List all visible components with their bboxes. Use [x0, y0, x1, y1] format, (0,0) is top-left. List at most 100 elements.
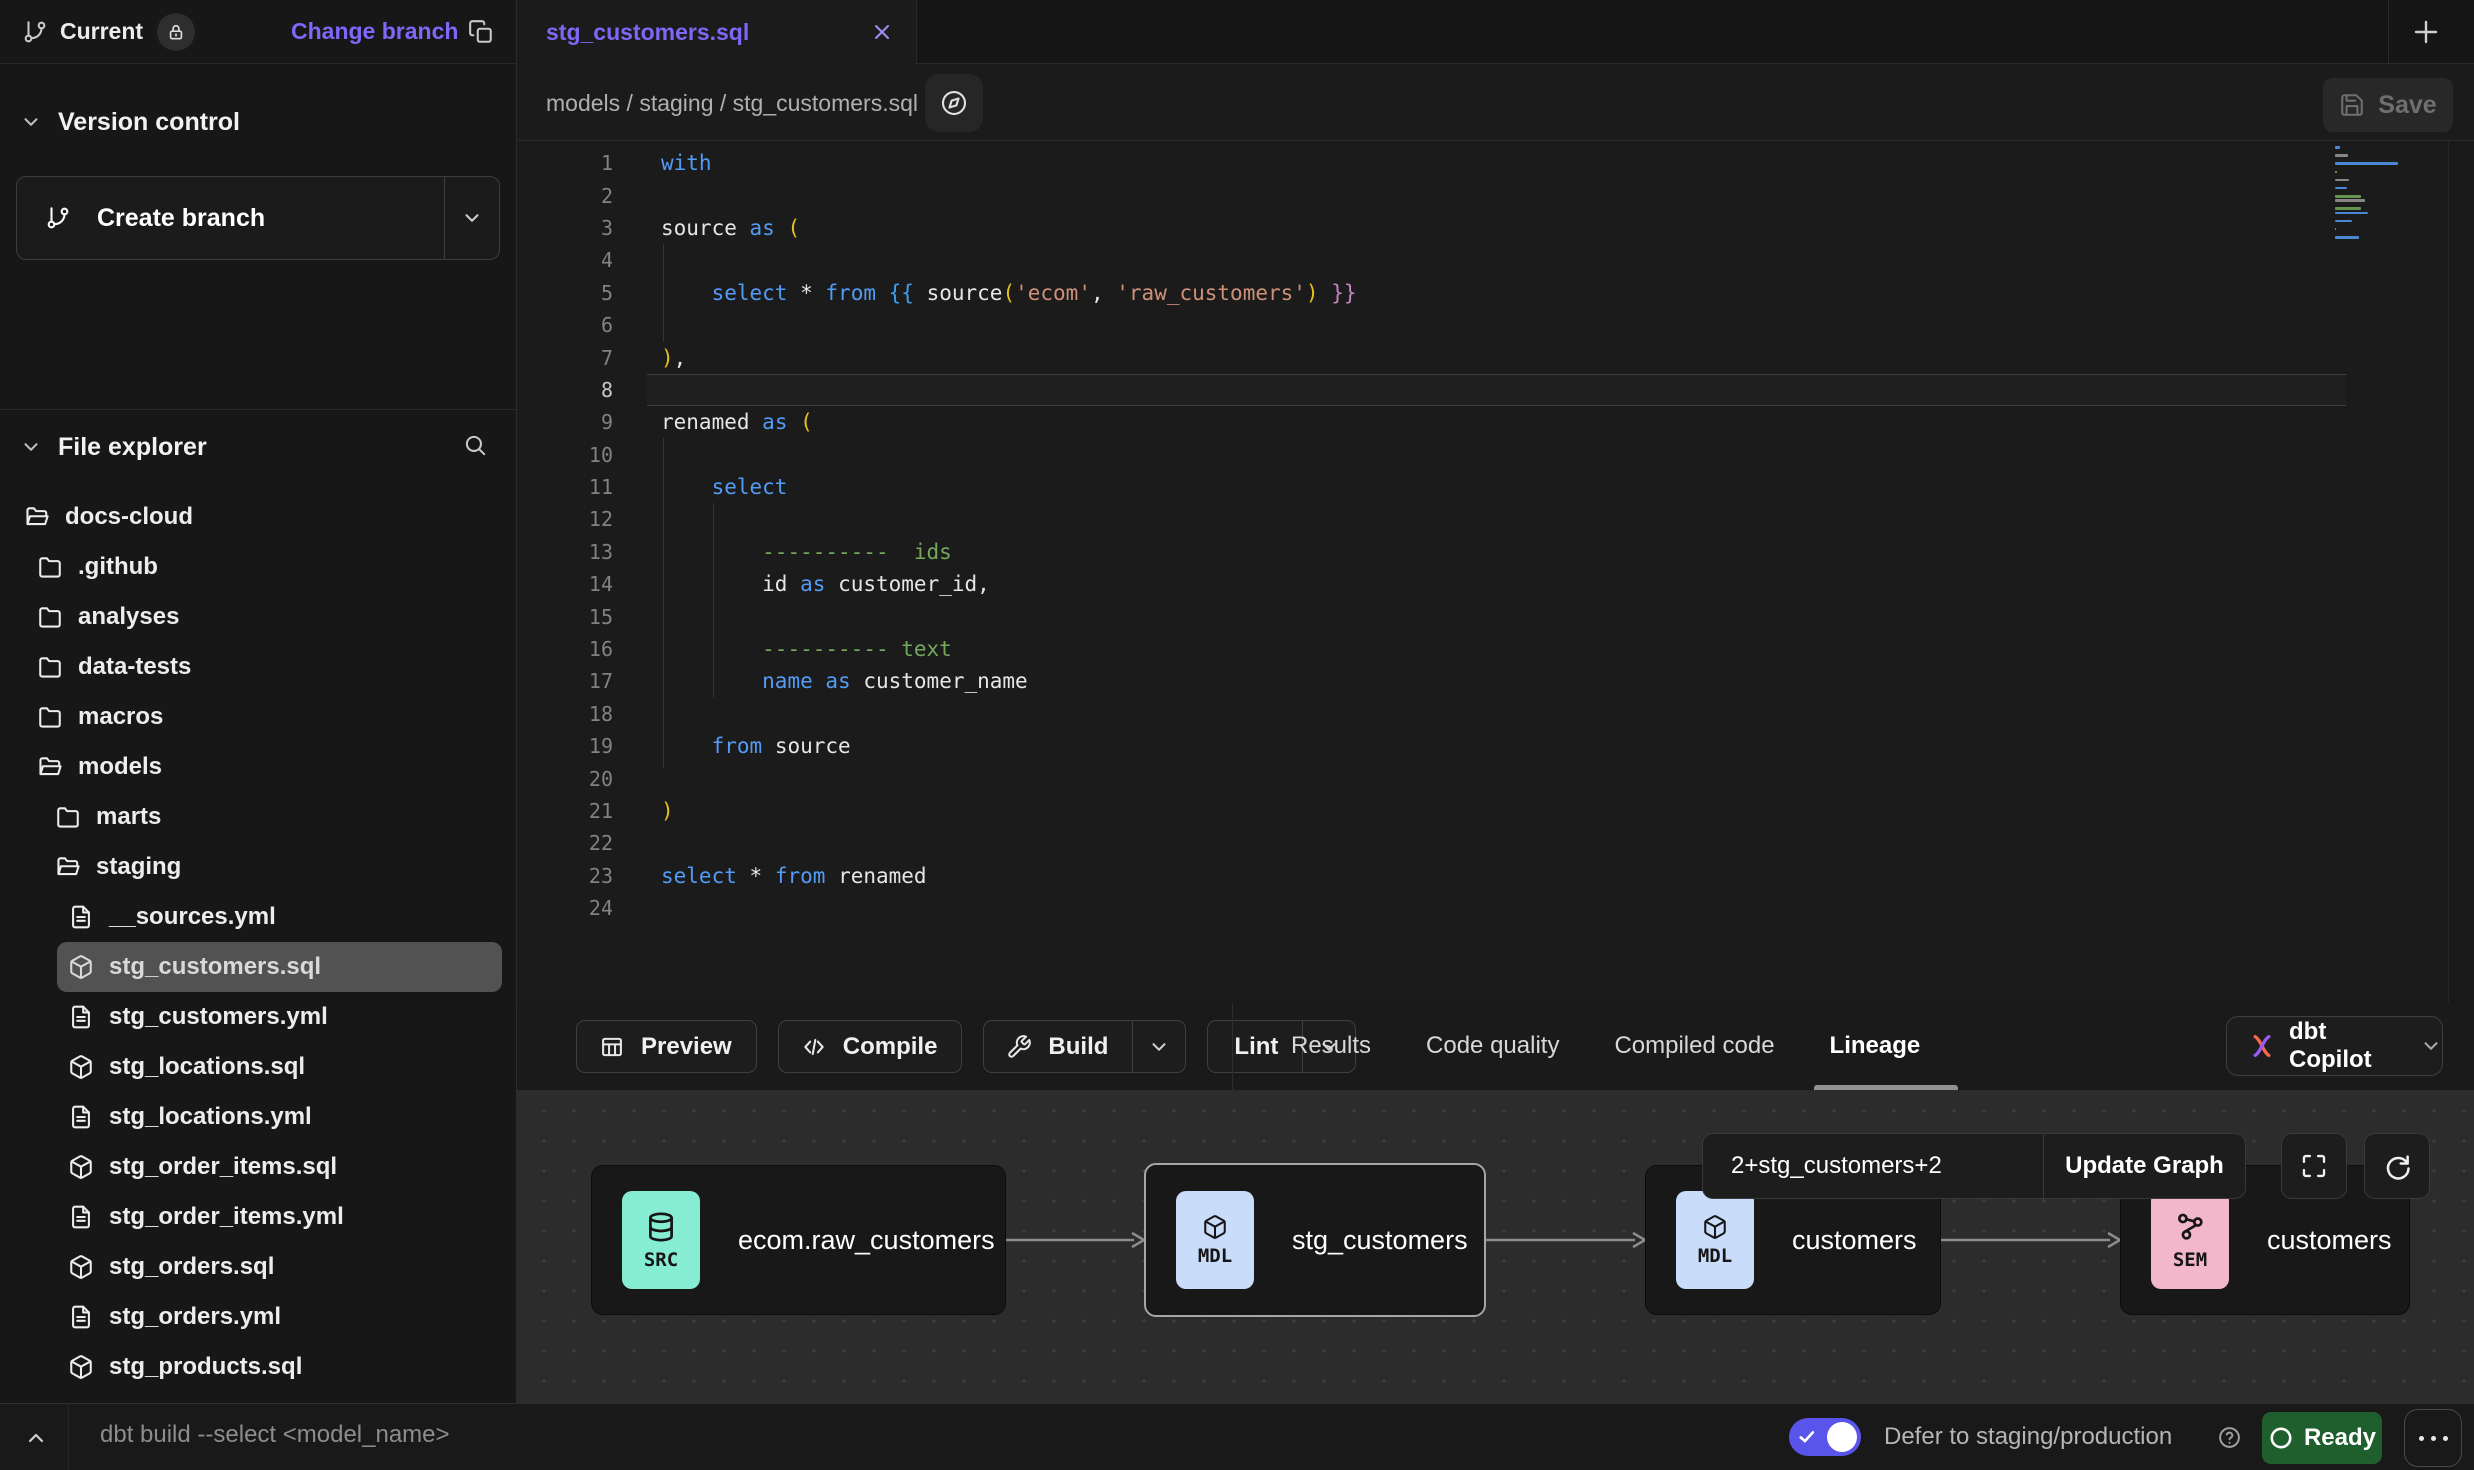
file-item-stg-locations-sql[interactable]: stg_locations.sql — [0, 1042, 516, 1092]
save-button[interactable]: Save — [2323, 78, 2453, 132]
file-item-stg-customers-yml[interactable]: stg_customers.yml — [0, 992, 516, 1042]
line-number: 6 — [517, 313, 613, 337]
file-item-docs-cloud[interactable]: docs-cloud — [0, 492, 516, 542]
code-line-23[interactable]: 23select * from renamed — [517, 860, 2474, 892]
code-line-16[interactable]: 16 ---------- text — [517, 633, 2474, 665]
status-ready-badge[interactable]: Ready — [2262, 1412, 2382, 1464]
current-branch-label: Current — [60, 18, 143, 45]
search-icon[interactable] — [462, 432, 488, 458]
chevron-down-icon[interactable] — [1133, 1036, 1185, 1058]
code-line-2[interactable]: 2 — [517, 179, 2474, 211]
compile-button[interactable]: Compile — [778, 1020, 963, 1073]
lineage-node-stg-customers[interactable]: MDL stg_customers — [1144, 1163, 1486, 1317]
tab-lineage[interactable]: Lineage — [1830, 1032, 1921, 1060]
db-icon — [644, 1210, 678, 1244]
code-line-8[interactable]: 8 — [517, 374, 2474, 406]
code-line-7[interactable]: 7), — [517, 341, 2474, 373]
explore-lineage-button[interactable] — [925, 74, 983, 132]
file-item-stg-order-items-yml[interactable]: stg_order_items.yml — [0, 1192, 516, 1242]
command-input[interactable]: dbt build --select <model_name> — [100, 1421, 1600, 1449]
file-item--github[interactable]: .github — [0, 542, 516, 592]
file-item-stg-products-sql[interactable]: stg_products.sql — [0, 1342, 516, 1392]
dbt-copilot-button[interactable]: dbt Copilot — [2226, 1016, 2443, 1076]
defer-label: Defer to staging/production — [1884, 1423, 2172, 1451]
code-line-13[interactable]: 13 ---------- ids — [517, 536, 2474, 568]
file-item-label: stg_order_items.sql — [109, 1153, 337, 1181]
change-branch-link[interactable]: Change branch — [291, 18, 458, 45]
file-item-models[interactable]: models — [0, 742, 516, 792]
code-line-14[interactable]: 14 id as customer_id, — [517, 568, 2474, 600]
create-branch-button[interactable]: Create branch — [16, 176, 500, 260]
code-line-11[interactable]: 11 select — [517, 471, 2474, 503]
code-line-1[interactable]: 1with — [517, 147, 2474, 179]
file-explorer-section-header[interactable]: File explorer — [0, 422, 516, 472]
more-options-button[interactable] — [2404, 1409, 2462, 1467]
line-number: 20 — [517, 767, 613, 791]
chevron-down-icon[interactable] — [445, 207, 499, 229]
tab-code-quality[interactable]: Code quality — [1426, 1032, 1559, 1060]
minimap[interactable] — [2335, 146, 2441, 244]
code-line-6[interactable]: 6 — [517, 309, 2474, 341]
tab-compiled-code[interactable]: Compiled code — [1614, 1032, 1774, 1060]
code-line-24[interactable]: 24 — [517, 892, 2474, 924]
file-explorer-title: File explorer — [58, 433, 207, 462]
file-item-label: docs-cloud — [65, 503, 193, 531]
tab-results[interactable]: Results — [1291, 1032, 1371, 1060]
code-line-3[interactable]: 3source as ( — [517, 212, 2474, 244]
lineage-node-ecom-raw-customers[interactable]: SRC ecom.raw_customers — [591, 1165, 1006, 1315]
file-item-label: data-tests — [78, 653, 191, 681]
defer-toggle[interactable] — [1789, 1418, 1861, 1456]
code-text: ---------- text — [661, 637, 952, 661]
line-number: 9 — [517, 410, 613, 434]
fullscreen-button[interactable] — [2281, 1133, 2347, 1199]
refresh-button[interactable] — [2364, 1133, 2430, 1199]
build-button[interactable]: Build — [983, 1020, 1186, 1073]
help-icon[interactable] — [2217, 1425, 2242, 1450]
dbt-copilot-icon — [2247, 1031, 2277, 1061]
file-item-label: analyses — [78, 603, 179, 631]
file-item-staging[interactable]: staging — [0, 842, 516, 892]
code-line-17[interactable]: 17 name as customer_name — [517, 665, 2474, 697]
lineage-panel[interactable]: SRC ecom.raw_customers MDL stg_customers… — [517, 1090, 2474, 1403]
file-item--sources-yml[interactable]: __sources.yml — [0, 892, 516, 942]
file-icon — [68, 1304, 94, 1330]
code-line-19[interactable]: 19 from source — [517, 730, 2474, 762]
new-tab-button[interactable] — [2403, 9, 2449, 55]
file-item-label: staging — [96, 853, 181, 881]
preview-button[interactable]: Preview — [576, 1020, 757, 1073]
copy-icon[interactable] — [468, 19, 494, 45]
line-number: 5 — [517, 281, 613, 305]
code-line-20[interactable]: 20 — [517, 762, 2474, 794]
code-line-4[interactable]: 4 — [517, 244, 2474, 276]
file-item-stg-order-items-sql[interactable]: stg_order_items.sql — [0, 1142, 516, 1192]
code-line-15[interactable]: 15 — [517, 600, 2474, 632]
cube-icon — [68, 1054, 94, 1080]
breadcrumb: models / staging / stg_customers.sql — [546, 90, 918, 117]
code-line-21[interactable]: 21) — [517, 795, 2474, 827]
file-item-data-tests[interactable]: data-tests — [0, 642, 516, 692]
code-line-9[interactable]: 9renamed as ( — [517, 406, 2474, 438]
file-item-macros[interactable]: macros — [0, 692, 516, 742]
version-control-section-header[interactable]: Version control — [0, 97, 516, 147]
expand-command-panel-button[interactable] — [16, 1418, 56, 1458]
editor-scrollbar[interactable] — [2449, 141, 2474, 1003]
close-icon[interactable] — [870, 20, 894, 44]
file-item-stg-locations-yml[interactable]: stg_locations.yml — [0, 1092, 516, 1142]
file-item-stg-orders-yml[interactable]: stg_orders.yml — [0, 1292, 516, 1342]
code-editor[interactable]: 1with23source as (45 select * from {{ so… — [517, 141, 2474, 1003]
lineage-selector-input[interactable]: 2+stg_customers+2 — [1703, 1152, 2043, 1180]
file-item-stg-orders-sql[interactable]: stg_orders.sql — [0, 1242, 516, 1292]
file-item-stg-customers-sql[interactable]: stg_customers.sql — [57, 942, 502, 992]
file-item-label: __sources.yml — [109, 903, 276, 931]
code-line-12[interactable]: 12 — [517, 503, 2474, 535]
file-item-label: stg_products.sql — [109, 1353, 302, 1381]
code-line-22[interactable]: 22 — [517, 827, 2474, 859]
update-graph-button[interactable]: Update Graph — [2044, 1152, 2245, 1180]
file-item-label: stg_order_items.yml — [109, 1203, 344, 1231]
code-line-10[interactable]: 10 — [517, 439, 2474, 471]
code-line-18[interactable]: 18 — [517, 698, 2474, 730]
tab-stg-customers[interactable]: stg_customers.sql — [517, 0, 917, 64]
code-line-5[interactable]: 5 select * from {{ source('ecom', 'raw_c… — [517, 277, 2474, 309]
file-item-analyses[interactable]: analyses — [0, 592, 516, 642]
file-item-marts[interactable]: marts — [0, 792, 516, 842]
